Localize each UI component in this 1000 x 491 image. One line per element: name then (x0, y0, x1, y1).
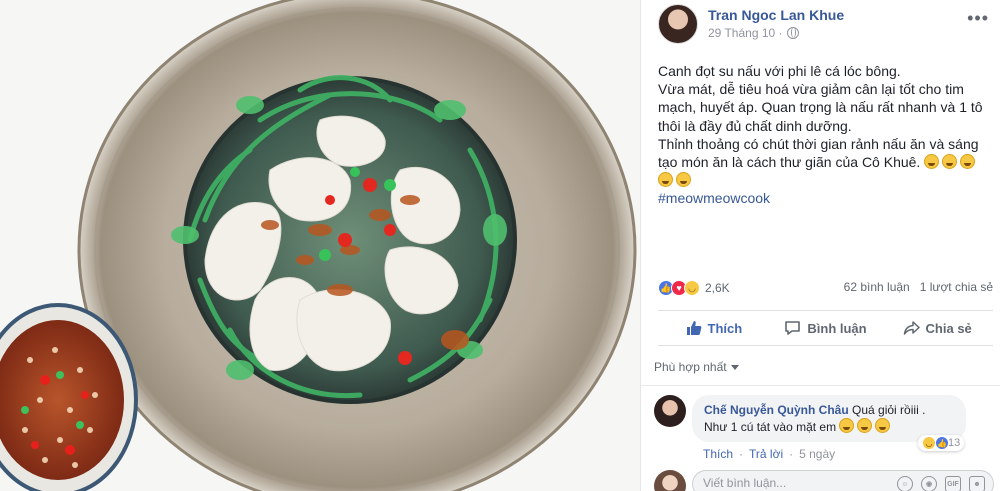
soup-bowl-photo (0, 0, 637, 491)
post-text-line: Canh đọt su nấu với phi lê cá lóc bông. (658, 63, 901, 79)
comment-time[interactable]: 5 ngày (799, 447, 835, 461)
emoji-picker-icon[interactable]: ☺ (897, 476, 913, 491)
like-reaction-icon: 👍 (935, 436, 949, 450)
comment-bubble-icon (785, 321, 801, 335)
post-text: Canh đọt su nấu với phi lê cá lóc bông. … (658, 62, 990, 208)
post-panel: Tran Ngoc Lan Khue 29 Tháng 10 · ••• Can… (640, 0, 1000, 491)
crying-laughing-emoji-icon (857, 418, 873, 433)
gif-icon[interactable]: GIF (945, 476, 961, 491)
comment-button[interactable]: Bình luận (770, 311, 882, 345)
comment-count-link[interactable]: 62 bình luận (844, 280, 910, 294)
comment-reactions[interactable]: ◡ 👍 13 (918, 435, 965, 451)
post-meta: 29 Tháng 10 · (708, 26, 799, 40)
more-dots-icon[interactable]: ••• (967, 8, 989, 29)
grin-emoji-icon (658, 172, 673, 188)
comment-composer: ☺ ◉ GIF ☻ (654, 470, 994, 491)
comment-react-count: 13 (948, 437, 961, 449)
share-button[interactable]: Chia sẻ (881, 311, 993, 345)
author-avatar[interactable] (658, 4, 698, 44)
comment-sort-dropdown[interactable]: Phù hợp nhất (654, 360, 739, 374)
thumbs-up-icon (686, 321, 701, 335)
haha-reaction-icon: ◡ (922, 436, 936, 450)
commenter-name[interactable]: Chế Nguyễn Quỳnh Châu (704, 403, 849, 417)
post-date[interactable]: 29 Tháng 10 · (708, 26, 783, 40)
commenter-avatar[interactable] (654, 395, 686, 427)
crying-laughing-emoji-icon (875, 418, 891, 433)
like-label: Thích (707, 320, 743, 336)
sticker-icon[interactable]: ☻ (969, 476, 985, 491)
caret-down-icon (730, 364, 739, 370)
globe-icon (786, 27, 799, 39)
comment-actions: Thích · Trả lời · 5 ngày (703, 447, 835, 461)
composer-icons: ☺ ◉ GIF ☻ (897, 476, 985, 491)
separator: · (789, 447, 794, 461)
comment-input-box[interactable]: ☺ ◉ GIF ☻ (692, 470, 994, 491)
separator: · (739, 447, 744, 461)
share-arrow-icon (903, 321, 920, 335)
comment-text-2: Như 1 cú tát vào mặt em (704, 420, 837, 434)
post-photo[interactable] (0, 0, 640, 491)
share-count-link[interactable]: 1 lượt chia sẻ (920, 280, 993, 294)
comment-like-link[interactable]: Thích (703, 447, 733, 461)
reaction-count: 2,6K (705, 281, 730, 295)
grin-emoji-icon (960, 154, 976, 170)
stat-right: 62 bình luận 1 lượt chia sẻ (844, 280, 993, 294)
reaction-summary[interactable]: 👍 ♥ ◡ 2,6K (658, 280, 730, 296)
grin-emoji-icon (676, 172, 691, 188)
crying-laughing-emoji-icon (839, 418, 855, 433)
comment-text-1: Quá giỏi rồiii . (852, 403, 926, 417)
post-actions: Thích Bình luận Chia sẻ (658, 310, 993, 346)
camera-icon[interactable]: ◉ (921, 476, 937, 491)
hashtag-link[interactable]: #meowmeowcook (658, 189, 990, 207)
comment-reply-link[interactable]: Trả lời (749, 447, 783, 461)
divider (641, 385, 1000, 386)
grin-emoji-icon (942, 154, 958, 170)
share-label: Chia sẻ (925, 320, 972, 336)
post-text-line: Thỉnh thoảng có chút thời gian rảnh nấu … (658, 135, 990, 190)
grin-emoji-icon (924, 154, 940, 170)
post-text-line: Vừa mát, dễ tiêu hoá vừa giảm cân lại tố… (658, 81, 983, 134)
like-button[interactable]: Thích (658, 311, 770, 345)
post-header: Tran Ngoc Lan Khue 29 Tháng 10 · ••• (658, 4, 993, 44)
comment-label: Bình luận (807, 320, 867, 336)
my-avatar (654, 470, 686, 491)
sort-label: Phù hợp nhất (654, 360, 727, 374)
post-stats: 👍 ♥ ◡ 2,6K 62 bình luận 1 lượt chia sẻ (658, 280, 993, 298)
comment-input[interactable] (703, 476, 883, 490)
author-name[interactable]: Tran Ngoc Lan Khue (708, 7, 844, 23)
haha-reaction-icon: ◡ (684, 280, 700, 296)
